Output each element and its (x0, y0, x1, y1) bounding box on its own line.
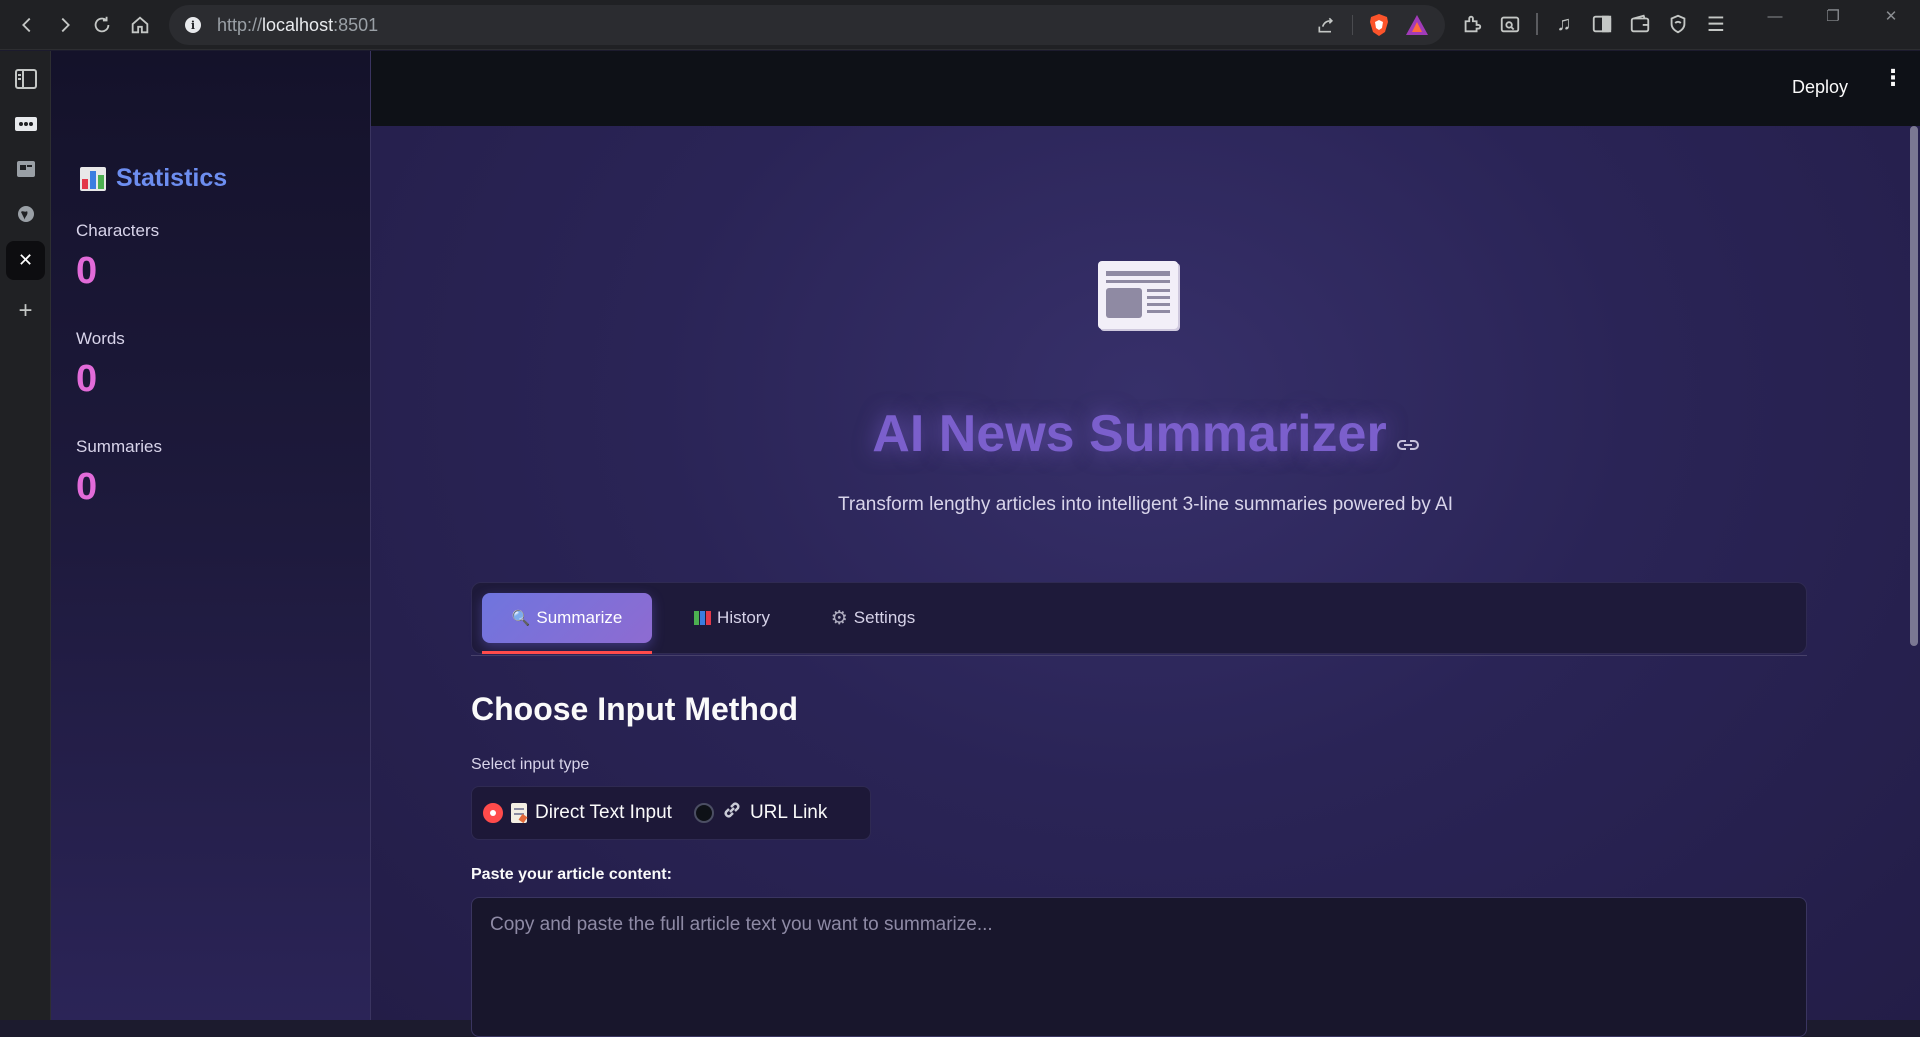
deploy-button[interactable]: Deploy (1792, 77, 1848, 98)
radio-button-checked[interactable] (483, 803, 503, 823)
close-window-icon[interactable]: ✕ (1862, 4, 1920, 28)
radio-direct-text[interactable]: Direct Text Input (483, 802, 672, 824)
app-header: Deploy ⋮ (371, 51, 1920, 126)
vpn-icon[interactable] (1666, 11, 1690, 37)
music-icon[interactable]: ♫ (1552, 11, 1576, 37)
tab-settings-label: Settings (853, 608, 916, 627)
metric-label-characters: Characters (76, 221, 160, 240)
page-subtitle: Transform lengthy articles into intellig… (838, 494, 1453, 515)
gear-icon: ⚙ (830, 607, 848, 629)
link-icon (722, 800, 742, 826)
input-type-radio-group: Direct Text Input URL Link (471, 786, 871, 840)
globe-icon[interactable] (6, 194, 45, 233)
metric-value-characters: 0 (76, 250, 98, 292)
statistics-title-text: Statistics (116, 164, 228, 192)
scrollbar[interactable] (1910, 126, 1918, 646)
tab-settings[interactable]: ⚙ Settings (818, 593, 928, 643)
reload-icon[interactable] (82, 5, 122, 45)
newspaper-icon (1098, 261, 1178, 329)
page-title: AI News Summarizer (371, 404, 1920, 464)
home-icon[interactable] (120, 5, 160, 45)
main-menu-icon[interactable]: ⋮ (1882, 67, 1904, 89)
site-info-icon[interactable]: i (185, 17, 201, 33)
browser-toolbar: i http://localhost:8501 ♫ ☰ — ❐ ✕ (0, 0, 1920, 50)
metric-label-summaries: Summaries (76, 437, 162, 456)
divider (1352, 15, 1353, 35)
address-bar[interactable]: i http://localhost:8501 (169, 5, 1445, 45)
page-title-text: AI News Summarizer (872, 405, 1387, 463)
radio-direct-text-label: Direct Text Input (535, 802, 672, 823)
metric-label-words: Words (76, 329, 125, 348)
metric-value-summaries: 0 (76, 466, 98, 508)
sidebar-panel-icon[interactable] (6, 59, 45, 98)
metric-value-words: 0 (76, 358, 98, 400)
back-icon[interactable] (7, 5, 47, 45)
sidebar-toggle-icon[interactable] (1590, 11, 1614, 37)
main-content: AI News Summarizer Transform lengthy art… (371, 126, 1920, 1037)
menu-icon[interactable]: ☰ (1704, 11, 1728, 37)
article-textarea[interactable] (471, 897, 1807, 1037)
browser-side-rail: ✕ + (0, 51, 51, 1020)
paste-content-label: Paste your article content: (471, 866, 672, 883)
books-icon (694, 611, 712, 625)
divider (1536, 13, 1538, 35)
restore-icon[interactable]: ❐ (1804, 4, 1862, 28)
tab-summarize-label: Summarize (536, 608, 623, 627)
close-x-icon[interactable]: ✕ (6, 241, 45, 280)
search-tab-icon[interactable] (1498, 11, 1522, 37)
reading-list-icon[interactable] (6, 149, 45, 188)
share-icon[interactable] (1314, 13, 1338, 37)
radio-url-link[interactable]: URL Link (693, 800, 828, 826)
select-input-label: Select input type (471, 756, 590, 773)
forward-icon[interactable] (45, 5, 85, 45)
bar-chart-icon (80, 166, 106, 191)
active-tab-indicator (482, 651, 652, 654)
magnifier-icon: 🔍 (511, 610, 531, 627)
radio-button-unchecked[interactable] (693, 803, 714, 823)
memo-icon (511, 803, 528, 824)
minimize-icon[interactable]: — (1746, 4, 1804, 28)
radio-url-link-label: URL Link (749, 802, 828, 823)
tab-history[interactable]: History (682, 593, 782, 643)
app-sidebar: Statistics Characters 0 Words 0 Summarie… (51, 51, 371, 1020)
add-icon[interactable]: + (6, 291, 45, 330)
brave-rewards-icon[interactable] (1405, 13, 1429, 37)
wallet-icon[interactable] (1628, 11, 1652, 37)
url-text: http://localhost:8501 (217, 14, 379, 35)
tab-summarize[interactable]: 🔍 Summarize (482, 593, 652, 643)
leo-chat-icon[interactable] (6, 104, 45, 143)
extensions-icon[interactable] (1460, 11, 1484, 37)
brave-shield-icon[interactable] (1367, 13, 1391, 37)
tab-bar: 🔍 Summarize History ⚙ Settings (471, 582, 1807, 654)
statistics-heading: Statistics (80, 164, 227, 193)
tab-divider (471, 655, 1807, 656)
section-heading: Choose Input Method (471, 691, 799, 727)
anchor-link-icon[interactable] (1396, 435, 1419, 458)
tab-history-label: History (717, 608, 770, 627)
